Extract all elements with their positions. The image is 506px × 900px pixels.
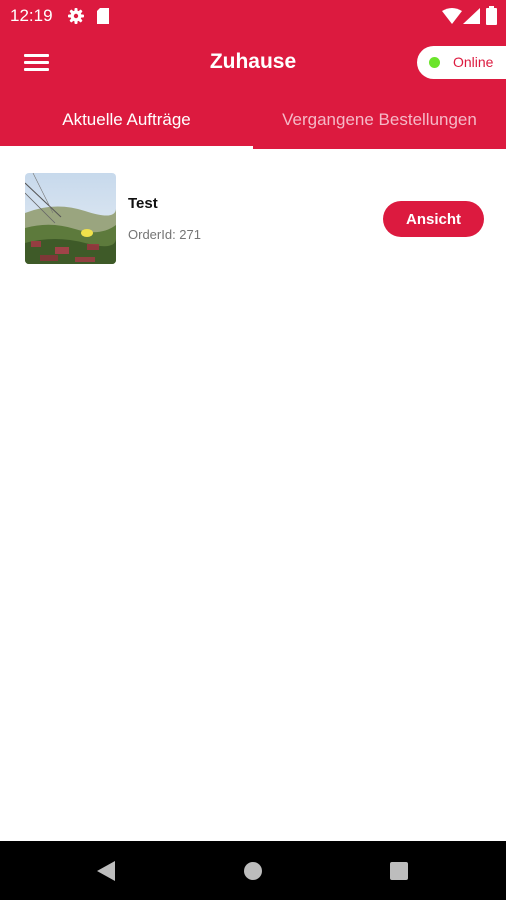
- tab-current-orders-label: Aktuelle Aufträge: [62, 110, 191, 129]
- signal-icon: [463, 8, 480, 29]
- back-icon[interactable]: [97, 861, 115, 886]
- hamburger-menu-icon[interactable]: [20, 50, 54, 76]
- wifi-icon: [442, 8, 462, 29]
- settings-icon: [67, 7, 85, 30]
- system-navigation-bar: [0, 841, 506, 900]
- order-name: Test: [128, 195, 158, 212]
- tab-past-orders-label: Vergangene Bestellungen: [282, 110, 477, 129]
- active-tab-indicator: [0, 146, 253, 149]
- tab-past-orders[interactable]: Vergangene Bestellungen: [253, 94, 506, 149]
- order-thumbnail-image: [25, 173, 116, 264]
- tab-current-orders[interactable]: Aktuelle Aufträge: [0, 94, 253, 149]
- order-list-item[interactable]: Test OrderId: 271 Ansicht: [0, 160, 506, 280]
- order-id: OrderId: 271: [128, 227, 201, 242]
- recents-icon[interactable]: [390, 862, 408, 885]
- tab-bar: Aktuelle Aufträge Vergangene Bestellunge…: [0, 94, 506, 149]
- sd-card-icon: [96, 7, 110, 30]
- status-time: 12:19: [10, 6, 53, 25]
- home-icon[interactable]: [244, 862, 262, 885]
- online-status-toggle[interactable]: Online: [417, 46, 506, 79]
- status-bar: 12:19: [0, 0, 506, 32]
- view-order-button[interactable]: Ansicht: [383, 201, 484, 237]
- online-indicator-icon: [429, 57, 440, 68]
- battery-icon: [486, 6, 497, 30]
- app-bar: Zuhause Online: [0, 32, 506, 94]
- online-status-label: Online: [453, 54, 494, 70]
